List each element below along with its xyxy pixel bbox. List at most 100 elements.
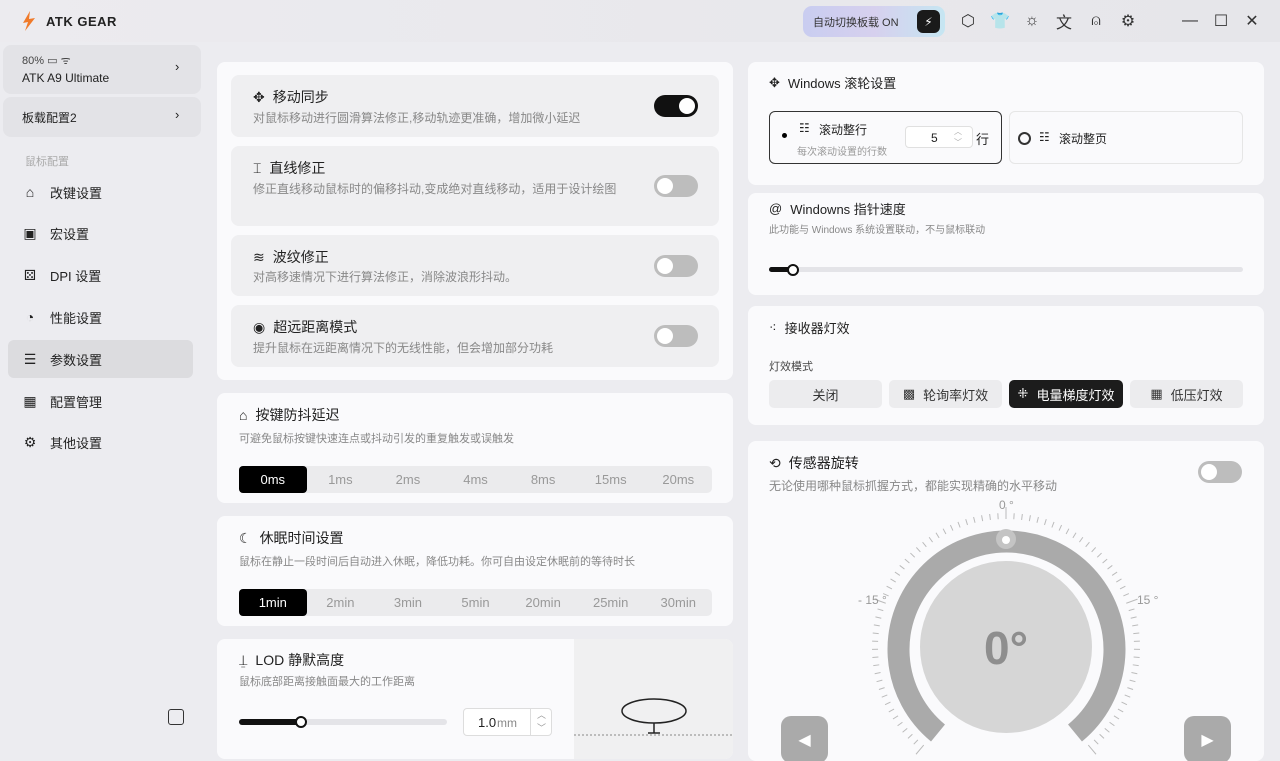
dice-icon: ⚄ [22,267,38,284]
dial-tick [1120,586,1125,589]
dial-tick [1130,680,1136,682]
debounce-option[interactable]: 1ms [307,466,375,493]
tick-label-right: 15 ° [1137,593,1158,607]
dial-tick [1022,514,1023,520]
pointer-icon: @ [769,201,782,216]
dial-tick [1110,722,1115,726]
angle-snap-item: ⌶直线修正 修正直线移动鼠标时的偏移抖动,变成绝对直线移动，适用于设计绘图 [231,146,719,226]
sleep-option[interactable]: 20min [509,589,577,616]
light-option-low-voltage[interactable]: ▦低压灯效 [1130,380,1243,408]
dial-tick [958,522,960,528]
dial-tick [874,625,880,626]
dial-tick [1037,517,1038,523]
sidebar-item-other[interactable]: ⚙其他设置 [8,423,193,461]
lod-slider[interactable] [239,719,447,725]
light-option-battery[interactable]: ⁜电量梯度灯效 [1009,380,1123,408]
app-logo: ATK GEAR [18,10,117,32]
debounce-option[interactable]: 4ms [442,466,510,493]
brightness-icon[interactable]: ☼ [1022,11,1042,31]
device-card[interactable]: 80% ▭ ᯤ ATK A9 Ultimate › [3,45,201,94]
debounce-option[interactable]: 8ms [509,466,577,493]
dial-tick [1059,525,1061,530]
close-button[interactable]: ✕ [1242,11,1262,31]
stepper-icon[interactable]: ︿﹀ [954,126,962,148]
motion-sync-toggle[interactable] [654,95,698,117]
auto-switch-button[interactable]: 自动切换板载 ON⚡ [803,6,945,37]
card-desc: 鼠标底部距离接触面最大的工作距离 [239,673,415,689]
maximize-button[interactable]: ☐ [1211,11,1231,31]
brand-name: ATK GEAR [46,14,117,29]
ripple-control-toggle[interactable] [654,255,698,277]
mouse-icon: ⌂ [22,184,38,200]
dial-tick [1079,537,1082,542]
sidebar-item-keymap[interactable]: ⌂改键设置 [8,173,193,211]
rotate-left-button[interactable]: ◀ [781,716,828,761]
bolt-icon: ⚡ [917,10,940,33]
translate-icon[interactable]: 文 [1054,11,1074,31]
sleep-option[interactable]: 30min [644,589,712,616]
card-title: 按键防抖延迟 [255,405,339,425]
scroll-page-option[interactable]: ☷ 滚动整页 [1009,111,1243,164]
light-option-polling[interactable]: ▩轮询率灯效 [889,380,1002,408]
lines-input[interactable]: 5 ︿﹀ [905,126,973,148]
sidebar-item-profiles[interactable]: ▦配置管理 [8,382,193,420]
sleep-option[interactable]: 5min [442,589,510,616]
dial-tick [929,537,932,542]
slider-thumb[interactable] [295,716,307,728]
sidebar-item-macro[interactable]: ▣宏设置 [8,214,193,252]
debounce-option[interactable]: 15ms [577,466,645,493]
slider-thumb[interactable] [787,264,799,276]
dial-tick [950,525,952,530]
dial-tick [905,559,910,563]
shirt-icon[interactable]: 👕 [990,11,1010,31]
dial-tick [882,695,888,697]
option-label: 轮询率灯效 [923,385,988,404]
cube-icon[interactable]: ⬡ [958,11,978,31]
dial-tick [1073,533,1076,538]
long-range-item: ◉超远距离模式 提升鼠标在远距离情况下的无线性能，但会增加部分功耗 [231,305,719,367]
sleep-option[interactable]: 2min [307,589,375,616]
sidebar-item-parameters[interactable]: ☰参数设置 [8,340,193,378]
card-title: 接收器灯效 [785,318,850,337]
option-desc: 每次滚动设置的行数 [797,143,887,158]
dial-tick [974,517,975,523]
dial-tick [1092,547,1096,551]
angle-snap-toggle[interactable] [654,175,698,197]
sidebar-item-performance[interactable]: ◔性能设置 [8,298,193,336]
minimize-button[interactable]: — [1180,11,1200,31]
pattern-icon: ▦ [1150,386,1162,402]
lod-input[interactable]: 1.0 mm ︿﹀ [463,708,552,736]
rotation-dial[interactable] [748,441,1264,761]
dial-tick [900,565,905,569]
dial-tick [1103,559,1108,563]
light-option-off[interactable]: 关闭 [769,380,882,408]
dial-tick [1122,702,1127,705]
sidebar-item-dpi[interactable]: ⚄DPI 设置 [8,256,193,294]
scroll-line-option[interactable]: ☷ 滚动整行 每次滚动设置的行数 5 ︿﹀ 行 [769,111,1002,164]
lod-value: 1.0 [478,715,496,730]
pointer-speed-slider[interactable] [769,267,1243,272]
settings-icon[interactable]: ⚙ [1118,11,1138,31]
collapse-sidebar-icon[interactable] [168,709,184,725]
item-title: 波纹修正 [273,247,329,267]
sleep-option[interactable]: 25min [577,589,645,616]
long-range-toggle[interactable] [654,325,698,347]
dial-tick [1125,695,1131,697]
dial-tick [1105,728,1110,732]
stepper-icon[interactable]: ︿﹀ [530,709,546,735]
device-name: ATK A9 Ultimate [22,71,109,85]
rotate-right-button[interactable]: ▶ [1184,716,1231,761]
option-label: 电量梯度灯效 [1036,385,1114,404]
debounce-option[interactable]: 2ms [374,466,442,493]
debounce-option[interactable]: 20ms [644,466,712,493]
item-desc: 修正直线移动鼠标时的偏移抖动,变成绝对直线移动，适用于设计绘图 [253,180,653,198]
sliders-icon: ☰ [22,351,38,368]
dial-tick [936,533,939,538]
user-icon[interactable]: ⍝ [1086,11,1106,31]
debounce-selector: 0ms 1ms 2ms 4ms 8ms 15ms 20ms [239,466,712,493]
debounce-option[interactable]: 0ms [239,466,307,493]
sleep-option[interactable]: 1min [239,589,307,616]
profile-card[interactable]: 板载配置2 › [3,97,201,137]
sleep-option[interactable]: 3min [374,589,442,616]
dial-tick [1129,609,1135,611]
